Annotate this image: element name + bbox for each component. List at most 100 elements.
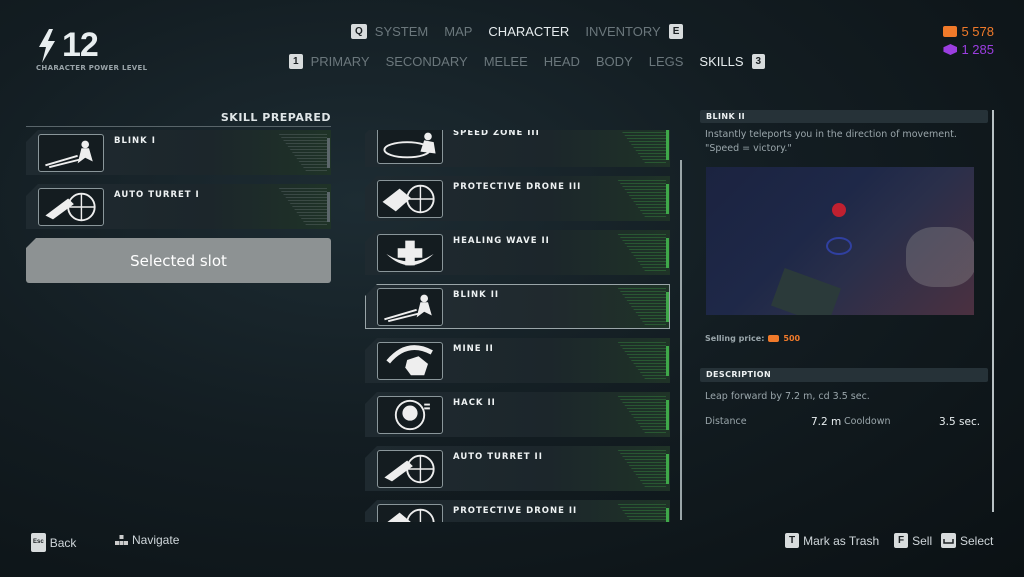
crystals: 1 285: [943, 42, 994, 57]
cooldown-value: 3.5 sec.: [939, 416, 981, 428]
card-decoration: [278, 187, 327, 225]
tab-melee[interactable]: MELEE: [484, 54, 528, 69]
back-label: Back: [49, 535, 77, 550]
prepared-slot-auto-turret[interactable]: AUTO TURRET I: [26, 184, 331, 229]
tab-map[interactable]: MAP: [444, 24, 472, 39]
select-hint[interactable]: Select: [941, 533, 993, 548]
character-power-level: 12: [36, 26, 99, 65]
description-header: DESCRIPTION: [700, 368, 988, 382]
mark-trash-label: Mark as Trash: [803, 533, 880, 548]
card-decoration: [278, 133, 327, 171]
card-bar: [666, 508, 669, 522]
back-hint[interactable]: Esc Back: [31, 533, 76, 552]
f-key-icon: F: [894, 533, 909, 548]
skills-scrollbar[interactable]: [680, 160, 682, 520]
key-q[interactable]: Q: [351, 24, 367, 39]
skill-card[interactable]: MINE II: [365, 338, 670, 383]
main-tabs: Q SYSTEM MAP CHARACTER INVENTORY E: [351, 24, 684, 39]
tab-secondary[interactable]: SECONDARY: [386, 54, 468, 69]
skill-card[interactable]: BLINK II: [365, 284, 670, 329]
navigate-hint: Navigate: [115, 533, 179, 547]
skill-name: PROTECTIVE DRONE III: [453, 182, 582, 192]
blink-icon: [38, 134, 104, 172]
tab-system[interactable]: SYSTEM: [375, 24, 428, 39]
crate: [770, 267, 842, 315]
card-decoration: [617, 287, 666, 325]
tab-legs[interactable]: LEGS: [649, 54, 684, 69]
tab-inventory[interactable]: INVENTORY: [585, 24, 660, 39]
card-bar: [327, 192, 330, 222]
skill-card[interactable]: HACK II: [365, 392, 670, 437]
tab-body[interactable]: BODY: [596, 54, 633, 69]
skill-name: HEALING WAVE II: [453, 236, 550, 246]
detail-flavor: Instantly teleports you in the direction…: [705, 129, 957, 154]
skill-prepared-header: SKILL PREPARED: [26, 111, 331, 127]
skill-name: MINE II: [453, 344, 494, 354]
lightning-icon: [39, 28, 55, 63]
card-bar: [666, 292, 669, 322]
distance-value: 7.2 m: [811, 416, 842, 428]
key-3[interactable]: 3: [751, 54, 766, 69]
selected-slot[interactable]: Selected slot: [26, 238, 331, 283]
description-text: Leap forward by 7.2 m, cd 3.5 sec.: [705, 391, 870, 402]
card-bar: [666, 238, 669, 268]
esc-key-icon: Esc: [31, 533, 46, 552]
card-bar: [666, 184, 669, 214]
skill-name: SPEED ZONE III: [453, 130, 540, 138]
selling-label: Selling price:: [705, 334, 765, 343]
selling-price: Selling price: 500: [705, 334, 800, 343]
skill-card[interactable]: SPEED ZONE III: [365, 130, 670, 167]
smoke: [906, 227, 974, 287]
player-marker: [826, 237, 852, 255]
sub-tabs: 1 PRIMARY SECONDARY MELEE HEAD BODY LEGS…: [289, 54, 766, 69]
skill-card[interactable]: AUTO TURRET II: [365, 446, 670, 491]
arrow-keys-icon: [115, 534, 128, 545]
distance-label: Distance: [705, 416, 747, 427]
enemy-marker: [832, 203, 846, 217]
credits-value: 5 578: [961, 24, 994, 39]
drone-icon: [377, 180, 443, 218]
tab-character[interactable]: CHARACTER: [488, 24, 569, 39]
card-bar: [666, 346, 669, 376]
skill-name: BLINK II: [453, 290, 500, 300]
blink-icon: [377, 288, 443, 326]
power-level-value: 12: [62, 26, 99, 64]
crystal-icon: [943, 44, 958, 55]
tab-skills[interactable]: SKILLS: [699, 54, 743, 69]
card-bar: [666, 454, 669, 484]
card-bar: [666, 400, 669, 430]
credits: 5 578: [943, 24, 994, 39]
sell-hint[interactable]: F Sell: [894, 533, 932, 548]
hack-icon: [377, 396, 443, 434]
card-bar: [666, 130, 669, 160]
drone-icon: [377, 504, 443, 522]
skill-name: AUTO TURRET II: [453, 452, 543, 462]
prepared-slot-blink[interactable]: BLINK I: [26, 130, 331, 175]
key-1[interactable]: 1: [289, 54, 303, 69]
card-decoration: [617, 341, 666, 379]
skill-name: PROTECTIVE DRONE II: [453, 506, 578, 516]
skill-card[interactable]: PROTECTIVE DRONE II: [365, 500, 670, 522]
skill-card[interactable]: HEALING WAVE II: [365, 230, 670, 275]
select-label: Select: [960, 533, 994, 548]
speed-zone-icon: [377, 130, 443, 164]
cooldown-label: Cooldown: [844, 416, 891, 427]
turret-icon: [377, 450, 443, 488]
healing-icon: [377, 234, 443, 272]
crystals-value: 1 285: [961, 42, 994, 57]
skill-name: HACK II: [453, 398, 496, 408]
space-key-icon: [941, 533, 956, 548]
slot-name: BLINK I: [114, 136, 156, 146]
card-decoration: [617, 233, 666, 271]
tab-head[interactable]: HEAD: [544, 54, 580, 69]
card-decoration: [617, 179, 666, 217]
sell-label: Sell: [912, 533, 933, 548]
card-decoration: [617, 449, 666, 487]
mark-trash-hint[interactable]: T Mark as Trash: [785, 533, 879, 548]
detail-scrollbar[interactable]: [992, 110, 994, 512]
skill-card[interactable]: PROTECTIVE DRONE III: [365, 176, 670, 221]
credits-icon: [943, 26, 958, 37]
tab-primary[interactable]: PRIMARY: [311, 54, 370, 69]
key-e[interactable]: E: [668, 24, 684, 39]
turret-icon: [38, 188, 104, 226]
